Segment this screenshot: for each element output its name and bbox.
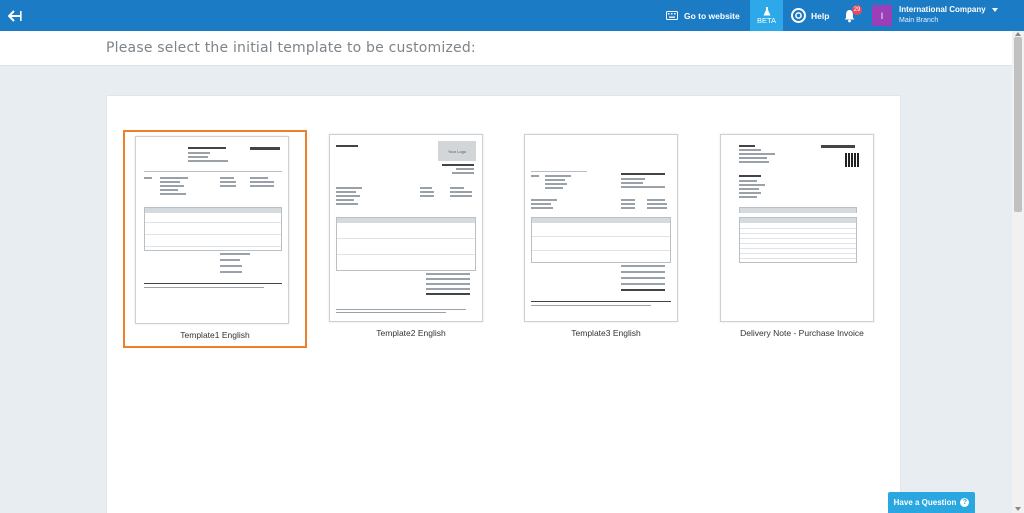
help-link[interactable]: Help: [791, 0, 829, 31]
template-preview-2: Your Logo: [329, 134, 483, 322]
template-preview-3: [524, 134, 678, 322]
go-to-website-link[interactable]: Go to website: [666, 0, 740, 31]
logo-placeholder: Your Logo: [438, 141, 476, 161]
company-name[interactable]: International Company: [899, 5, 986, 14]
flask-icon: [763, 6, 770, 15]
template-card-1[interactable]: Template1 English: [123, 130, 307, 348]
scroll-down-arrow-icon[interactable]: [1015, 507, 1021, 511]
beta-label: BETA: [756, 15, 777, 25]
template-card-2[interactable]: Your Logo Template2 English: [319, 130, 503, 348]
question-mark-icon: ?: [960, 498, 970, 507]
arrow-left-icon: [7, 9, 22, 22]
template-card-3[interactable]: Template3 English: [514, 130, 698, 348]
template-label-4: Delivery Note - Purchase Invoice: [740, 328, 864, 338]
template-preview-1: [135, 136, 289, 324]
lifebuoy-icon: [791, 8, 806, 23]
page-title: Please select the initial template to be…: [106, 40, 476, 56]
scrollbar-thumb[interactable]: [1014, 37, 1022, 212]
template-preview-4: [720, 134, 874, 322]
go-to-website-label: Go to website: [684, 10, 740, 21]
help-label: Help: [811, 10, 830, 21]
template-label-2: Template2 English: [376, 328, 446, 338]
chevron-down-icon[interactable]: [992, 8, 998, 12]
scroll-up-arrow-icon[interactable]: [1015, 32, 1021, 36]
template-label-3: Template3 English: [571, 328, 641, 338]
avatar[interactable]: I: [872, 5, 892, 26]
qr-code-icon: [845, 153, 859, 167]
template-label-1: Template1 English: [180, 330, 250, 340]
template-panel: Template1 English Your Logo Template2 En…: [106, 95, 901, 513]
keyboard-icon: [666, 11, 678, 20]
top-bar: Go to website BETA Help 29 I Internation…: [0, 0, 1024, 31]
beta-button[interactable]: BETA: [750, 0, 783, 31]
template-card-4[interactable]: Delivery Note - Purchase Invoice: [710, 130, 894, 348]
vertical-scrollbar[interactable]: [1012, 31, 1024, 513]
have-a-question-button[interactable]: Have a Question ?: [888, 492, 975, 513]
page-header: Please select the initial template to be…: [0, 31, 1012, 66]
branch-name: Main Branch: [899, 17, 939, 24]
back-button[interactable]: [0, 0, 29, 31]
notification-badge: 29: [852, 5, 862, 15]
have-a-question-label: Have a Question: [893, 498, 957, 507]
